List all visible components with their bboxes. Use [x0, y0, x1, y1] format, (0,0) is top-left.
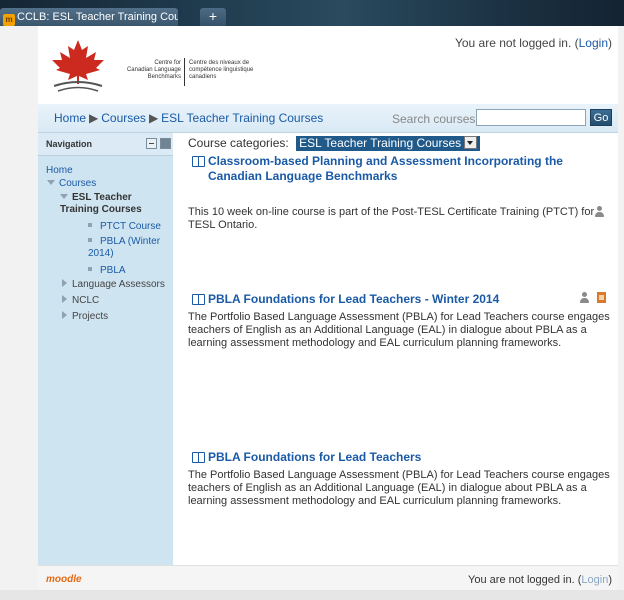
course-item: PBLA Foundations for Lead Teachers The P…	[188, 450, 614, 508]
navigation-block: Navigation Home Courses ESL Teacher Trai…	[38, 133, 173, 565]
bullet-icon	[88, 223, 92, 227]
logo-divider	[184, 58, 185, 86]
course-book-icon	[192, 156, 205, 167]
collapsed-arrow-icon	[62, 279, 67, 287]
nav-item-label: Language Assessors	[72, 279, 165, 290]
breadcrumb-courses[interactable]: Courses	[101, 111, 146, 125]
nav-item-label: PTCT Course	[100, 221, 161, 232]
course-description: The Portfolio Based Language Assessment …	[188, 469, 610, 507]
course-category-select[interactable]: ESL Teacher Training Courses	[296, 136, 481, 151]
expanded-arrow-icon	[47, 180, 55, 185]
course-item: PBLA Foundations for Lead Teachers - Win…	[188, 292, 614, 350]
breadcrumb-bar: Home ▶ Courses ▶ ESL Teacher Training Course…	[38, 104, 618, 133]
nav-item-language-assessors[interactable]: Language Assessors	[62, 279, 165, 291]
course-title-text: PBLA Foundations for Lead Teachers - Win…	[208, 292, 500, 306]
course-book-icon	[192, 452, 205, 463]
nav-item-pbla-winter[interactable]: PBLA (Winter 2014)	[88, 236, 168, 260]
breadcrumb: Home ▶ Courses ▶ ESL Teacher Training Course…	[54, 111, 323, 125]
footer-login-info: You are not logged in. (Login)	[468, 574, 612, 586]
nav-item-label: Home	[46, 165, 73, 176]
nav-item-courses[interactable]: Courses	[47, 178, 96, 190]
course-category-label: Course categories:	[188, 136, 289, 150]
course-title-link[interactable]: PBLA Foundations for Lead Teachers - Win…	[188, 292, 614, 307]
nav-item-ptct-course[interactable]: PTCT Course	[88, 221, 161, 233]
nav-item-label: PBLA (Winter 2014)	[88, 236, 161, 259]
nav-item-nclc[interactable]: NCLC	[62, 295, 99, 307]
dock-block-icon[interactable]	[160, 138, 171, 149]
collapsed-arrow-icon	[62, 311, 67, 319]
nav-item-pbla[interactable]: PBLA	[88, 265, 126, 277]
new-tab-button[interactable]: +	[200, 8, 226, 26]
site-header: You are not logged in. (Login) Centre fo…	[38, 26, 618, 104]
left-page-gutter	[0, 26, 38, 591]
teacher-icon[interactable]	[594, 206, 606, 217]
course-title-link[interactable]: PBLA Foundations for Lead Teachers	[188, 450, 614, 465]
bullet-icon	[88, 238, 92, 242]
login-info: You are not logged in. (Login)	[455, 36, 612, 50]
teacher-icon[interactable]	[579, 292, 591, 303]
course-title-text: Classroom-based Planning and Assessment …	[208, 154, 563, 183]
moodle-favicon-icon: m	[3, 14, 15, 26]
logo-fr-line: Centre des niveaux de	[189, 60, 250, 66]
footer-login-link[interactable]: Login	[581, 574, 608, 586]
course-category-row: Course categories: ESL Teacher Training …	[188, 136, 481, 151]
browser-tab-title: CCLB: ESL Teacher Training Courses	[17, 11, 178, 23]
browser-tab-strip: mCCLB: ESL Teacher Training Courses +	[0, 0, 624, 26]
search-courses-label: Search courses:	[392, 112, 479, 126]
course-category-value: ESL Teacher Training Courses	[299, 136, 462, 150]
logo-text-english: Centre for Canadian Language Benchmarks	[117, 60, 181, 81]
bottom-page-strip	[0, 590, 624, 600]
nav-item-esl-teacher-training[interactable]: ESL Teacher Training Courses	[60, 192, 170, 216]
login-link[interactable]: Login	[579, 36, 608, 50]
maple-leaf-logo-icon[interactable]	[48, 38, 108, 94]
logo-en-line: Centre for	[154, 60, 181, 66]
breadcrumb-current[interactable]: ESL Teacher Training Courses	[161, 111, 323, 125]
course-description: This 10 week on-line course is part of t…	[188, 206, 595, 231]
course-title-link[interactable]: Classroom-based Planning and Assessment …	[188, 154, 614, 184]
login-info-text: You are not logged in. (	[454, 36, 579, 50]
login-info-close: )	[608, 36, 612, 50]
nav-item-projects[interactable]: Projects	[62, 311, 108, 323]
logo-en-line: Benchmarks	[147, 74, 181, 80]
breadcrumb-separator-icon: ▶	[89, 111, 99, 125]
nav-item-label: Projects	[72, 311, 109, 322]
browser-tab[interactable]: mCCLB: ESL Teacher Training Courses	[0, 8, 178, 26]
search-courses-input[interactable]	[476, 109, 586, 126]
nav-item-label: NCLC	[72, 295, 100, 306]
nav-item-label: PBLA	[100, 265, 126, 276]
breadcrumb-home[interactable]: Home	[54, 111, 86, 125]
course-teacher-icons	[594, 206, 606, 220]
bullet-icon	[88, 267, 92, 271]
navigation-title: Navigation	[46, 139, 93, 149]
nav-item-label: ESL Teacher Training Courses	[60, 192, 142, 215]
page-footer: moodle You are not logged in. (Login)	[38, 565, 618, 591]
logo-fr-line: compétence linguistique	[189, 67, 254, 73]
right-page-gutter	[618, 26, 624, 591]
course-title-text: PBLA Foundations for Lead Teachers	[208, 450, 422, 464]
search-go-button[interactable]: Go	[590, 109, 612, 126]
course-description: The Portfolio Based Language Assessment …	[188, 311, 610, 349]
footer-login-text: You are not logged in. (	[468, 574, 582, 586]
logo-fr-line: canadiens	[189, 74, 217, 80]
collapse-block-icon[interactable]	[146, 138, 157, 149]
course-file-icon[interactable]	[597, 292, 606, 303]
logo-en-line: Canadian Language	[126, 67, 181, 73]
dropdown-arrow-icon	[464, 136, 478, 149]
nav-item-home[interactable]: Home	[46, 165, 73, 177]
footer-login-close: )	[608, 574, 612, 586]
collapsed-arrow-icon	[62, 295, 67, 303]
course-item: Classroom-based Planning and Assessment …	[188, 154, 614, 232]
course-teacher-icons	[579, 292, 606, 306]
expanded-arrow-icon	[60, 194, 68, 199]
moodle-logo[interactable]: moodle	[46, 574, 82, 585]
logo-text-french: Centre des niveaux de compétence linguis…	[189, 60, 253, 81]
course-book-icon	[192, 294, 205, 305]
nav-item-label: Courses	[59, 178, 97, 189]
navigation-block-header: Navigation	[38, 133, 173, 156]
breadcrumb-separator-icon: ▶	[148, 111, 159, 125]
